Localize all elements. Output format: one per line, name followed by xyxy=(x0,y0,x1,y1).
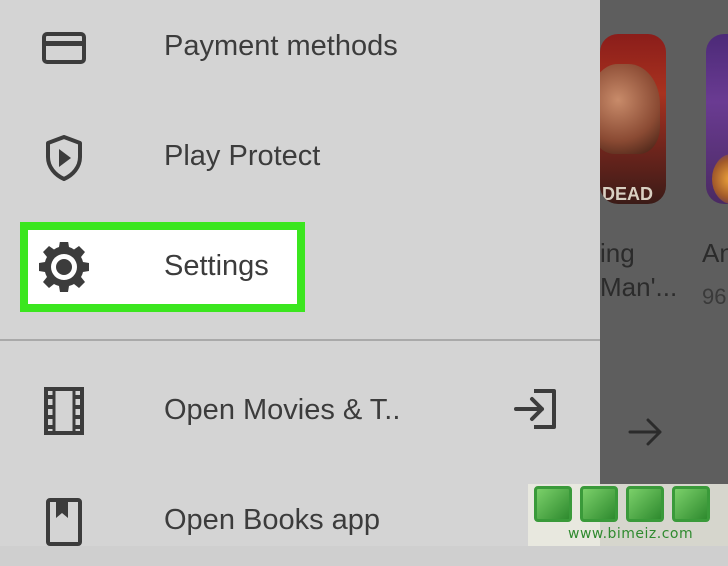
film-icon xyxy=(38,385,90,437)
credit-card-icon xyxy=(38,22,90,74)
thumbnail-art xyxy=(712,154,728,204)
app-title: Man'... xyxy=(600,272,678,302)
menu-item-settings[interactable]: Settings xyxy=(0,222,600,312)
watermark-url: www.bimeiz.com xyxy=(568,526,694,542)
menu-item-label: Settings xyxy=(164,250,269,282)
menu-item-label: Payment methods xyxy=(164,30,398,62)
watermark: www.bimeiz.com xyxy=(528,484,728,546)
arrow-right-icon xyxy=(628,418,662,446)
background-content: DEAD ing Man'... An 96 xyxy=(600,0,728,546)
app-thumbnail: DEAD xyxy=(600,34,666,204)
thumbnail-art xyxy=(600,64,660,154)
watermark-logo xyxy=(534,486,710,522)
app-rating: 96 xyxy=(702,284,727,309)
app-title: ing xyxy=(600,238,635,268)
menu-item-open-books-app[interactable]: Open Books app xyxy=(0,476,600,566)
app-title: An xyxy=(702,238,728,268)
menu-item-play-protect[interactable]: Play Protect xyxy=(0,112,600,202)
app-thumbnail xyxy=(706,34,728,204)
open-external-icon[interactable] xyxy=(510,385,562,437)
menu-item-open-movies-tv[interactable]: Open Movies & T.. xyxy=(0,366,600,456)
menu-item-label: Open Books app xyxy=(164,504,381,536)
menu-item-label: Play Protect xyxy=(164,140,321,172)
menu-item-label: Open Movies & T.. xyxy=(164,394,401,426)
gear-icon xyxy=(38,241,90,293)
shield-play-icon xyxy=(38,132,90,184)
menu-item-payment-methods[interactable]: Payment methods xyxy=(0,2,600,92)
bookmark-book-icon xyxy=(38,496,90,548)
thumbnail-text: DEAD xyxy=(602,184,654,204)
divider xyxy=(0,339,600,341)
navigation-drawer: Payment methods Play Protect Settings Op… xyxy=(0,0,600,546)
